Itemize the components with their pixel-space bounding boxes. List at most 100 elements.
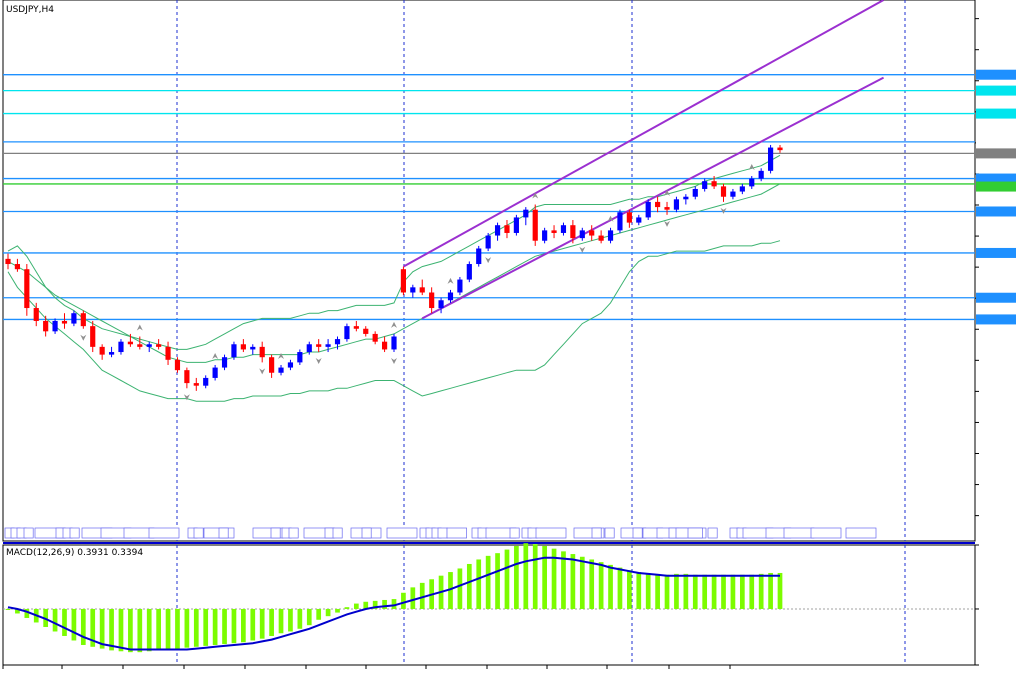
chart-background bbox=[0, 0, 1024, 683]
event-label-box bbox=[591, 527, 602, 539]
macd-histogram-bar bbox=[353, 603, 359, 609]
candle-body bbox=[193, 383, 199, 386]
event-label-box bbox=[332, 527, 343, 539]
candle-body bbox=[523, 209, 529, 218]
candle-body bbox=[287, 362, 294, 368]
candle-body bbox=[269, 357, 275, 373]
candle-body bbox=[156, 344, 162, 347]
level-label-box bbox=[976, 181, 1016, 192]
candle-body bbox=[655, 201, 661, 208]
candle-body bbox=[636, 217, 642, 223]
macd-histogram-bar bbox=[476, 559, 482, 609]
event-label-box bbox=[361, 527, 372, 539]
event-label-box bbox=[69, 527, 80, 539]
level-label-box bbox=[976, 108, 1016, 119]
level-label-box bbox=[976, 314, 1016, 325]
candle-body bbox=[504, 225, 510, 233]
candle-body bbox=[513, 217, 519, 233]
candle-body bbox=[410, 287, 416, 293]
macd-histogram-bar bbox=[692, 574, 698, 609]
event-label-box bbox=[783, 527, 815, 539]
candle-body bbox=[90, 326, 96, 347]
candle-body bbox=[457, 279, 463, 293]
macd-histogram-bar bbox=[165, 608, 171, 650]
candle-body bbox=[542, 230, 548, 241]
candle-body bbox=[372, 333, 378, 342]
macd-histogram-bar bbox=[231, 608, 237, 644]
candle-body bbox=[221, 357, 228, 368]
candle-body bbox=[589, 230, 595, 236]
candle-body bbox=[353, 326, 359, 329]
level-label-box bbox=[976, 148, 1016, 159]
macd-histogram-bar bbox=[137, 608, 143, 653]
event-label-box bbox=[810, 527, 842, 539]
event-label-box bbox=[707, 527, 718, 539]
macd-histogram-bar bbox=[5, 608, 11, 610]
macd-histogram-bar bbox=[325, 608, 331, 617]
candle-body bbox=[344, 326, 350, 340]
candle-body bbox=[71, 313, 77, 324]
candle-body bbox=[626, 212, 632, 223]
candle-body bbox=[363, 328, 369, 334]
level-label-box bbox=[976, 136, 1016, 147]
candle-body bbox=[419, 287, 425, 293]
macd-histogram-bar bbox=[542, 545, 547, 609]
macd-histogram-bar bbox=[156, 608, 161, 651]
macd-histogram-bar bbox=[702, 574, 708, 609]
event-label-box bbox=[687, 527, 703, 539]
macd-histogram-bar bbox=[71, 608, 77, 641]
macd-histogram-bar bbox=[495, 553, 500, 609]
macd-histogram-bar bbox=[241, 608, 246, 643]
macd-histogram-bar bbox=[768, 572, 773, 609]
event-label-box bbox=[604, 527, 615, 539]
candle-body bbox=[334, 339, 341, 345]
candle-body bbox=[739, 186, 745, 192]
candle-body bbox=[278, 367, 284, 373]
candle-body bbox=[99, 346, 105, 355]
macd-histogram-bar bbox=[674, 573, 679, 609]
event-label-box bbox=[148, 527, 180, 539]
candle-body bbox=[466, 264, 472, 280]
macd-histogram-bar bbox=[636, 572, 642, 609]
candle-body bbox=[730, 191, 736, 197]
candle-body bbox=[52, 320, 58, 332]
event-label-box bbox=[446, 527, 467, 539]
candle-body bbox=[664, 207, 670, 210]
candle-body bbox=[673, 199, 680, 210]
macd-histogram-bar bbox=[259, 608, 265, 639]
macd-histogram-bar bbox=[739, 574, 745, 609]
event-label-box bbox=[509, 527, 520, 539]
macd-histogram-bar bbox=[344, 607, 350, 609]
macd-histogram-bar bbox=[203, 608, 209, 646]
macd-histogram-bar bbox=[570, 554, 576, 609]
macd-histogram-bar bbox=[382, 599, 387, 609]
macd-histogram-bar bbox=[627, 570, 632, 609]
macd-histogram-bar bbox=[278, 608, 284, 634]
candle-body bbox=[645, 201, 651, 218]
candle-body bbox=[316, 344, 322, 347]
macd-histogram-bar bbox=[269, 608, 274, 636]
macd-histogram-bar bbox=[118, 608, 124, 652]
candle-body bbox=[174, 359, 181, 371]
candle-body bbox=[146, 344, 152, 347]
macd-histogram-bar bbox=[664, 574, 670, 609]
macd-histogram-bar bbox=[193, 608, 199, 647]
macd-histogram-bar bbox=[561, 551, 566, 609]
macd-histogram-bar bbox=[109, 608, 114, 651]
macd-histogram-bar bbox=[306, 608, 312, 626]
candle-body bbox=[381, 341, 388, 350]
macd-histogram-bar bbox=[316, 608, 322, 620]
candle-body bbox=[306, 344, 312, 353]
macd-histogram-bar bbox=[410, 587, 416, 609]
macd-histogram-bar bbox=[288, 608, 293, 632]
macd-histogram-bar bbox=[777, 572, 783, 609]
macd-histogram-bar bbox=[617, 567, 623, 609]
macd-histogram-bar bbox=[184, 608, 190, 648]
candle-body bbox=[607, 230, 614, 241]
candle-body bbox=[400, 269, 407, 293]
macd-histogram-bar bbox=[175, 608, 180, 649]
event-label-box bbox=[288, 527, 299, 539]
candle-body bbox=[165, 346, 171, 360]
macd-histogram-bar bbox=[485, 555, 491, 609]
candle-body bbox=[80, 313, 86, 327]
